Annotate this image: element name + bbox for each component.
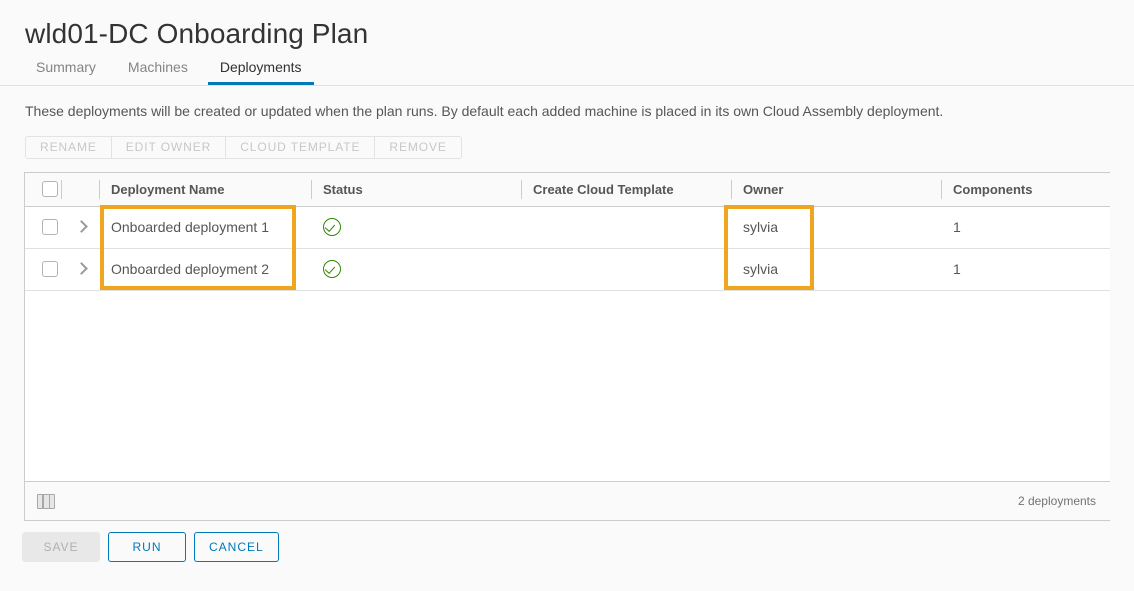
row-expand-cell <box>61 248 99 291</box>
status-success-icon <box>323 260 341 279</box>
row-expand-cell <box>61 206 99 249</box>
rename-button[interactable]: RENAME <box>26 137 112 158</box>
tab-bar: Summary Machines Deployments <box>0 54 1134 86</box>
row-checkbox[interactable] <box>42 261 58 277</box>
cell-status <box>311 248 521 291</box>
header-deployment-name[interactable]: Deployment Name <box>99 173 311 207</box>
column-picker-icon[interactable] <box>37 493 55 509</box>
cloud-template-button[interactable]: CLOUD TEMPLATE <box>226 137 376 158</box>
cell-deployment-name: Onboarded deployment 1 <box>99 206 311 249</box>
cell-status <box>311 206 521 249</box>
deployments-table: Deployment Name Status Create Cloud Temp… <box>25 173 1110 291</box>
deployments-datagrid: Deployment Name Status Create Cloud Temp… <box>24 172 1110 521</box>
cell-components: 1 <box>941 248 1110 291</box>
header-status-label: Status <box>323 181 363 197</box>
cell-owner: sylvia <box>731 248 941 291</box>
run-button[interactable]: RUN <box>108 532 186 562</box>
chevron-right-icon[interactable] <box>75 220 89 234</box>
header-create-cloud-template-label: Create Cloud Template <box>533 181 674 197</box>
header-owner[interactable]: Owner <box>731 173 941 207</box>
cell-components: 1 <box>941 206 1110 249</box>
row-checkbox[interactable] <box>42 219 58 235</box>
header-components-label: Components <box>953 181 1033 197</box>
select-all-checkbox[interactable] <box>42 181 58 198</box>
remove-button[interactable]: REMOVE <box>375 137 460 158</box>
cell-create-cloud-template <box>521 248 731 291</box>
table-row[interactable]: Onboarded deployment 1 sylvia 1 <box>25 206 1110 249</box>
cancel-button[interactable]: CANCEL <box>194 532 279 562</box>
edit-owner-button[interactable]: EDIT OWNER <box>112 137 227 158</box>
row-select-cell <box>25 248 61 291</box>
save-button[interactable]: SAVE <box>22 532 100 562</box>
table-header-row: Deployment Name Status Create Cloud Temp… <box>25 173 1110 207</box>
expand-header <box>61 173 99 207</box>
cell-deployment-name: Onboarded deployment 2 <box>99 248 311 291</box>
status-success-icon <box>323 218 341 237</box>
grid-action-toolbar: RENAME EDIT OWNER CLOUD TEMPLATE REMOVE <box>25 136 462 159</box>
row-select-cell <box>25 206 61 249</box>
header-status[interactable]: Status <box>311 173 521 207</box>
header-owner-label: Owner <box>743 181 784 197</box>
table-row[interactable]: Onboarded deployment 2 sylvia 1 <box>25 248 1110 291</box>
chevron-right-icon[interactable] <box>75 262 89 276</box>
header-create-cloud-template[interactable]: Create Cloud Template <box>521 173 731 207</box>
grid-footer: 2 deployments <box>25 481 1110 520</box>
tab-machines[interactable]: Machines <box>116 59 200 85</box>
header-components[interactable]: Components <box>941 173 1110 207</box>
header-deployment-name-label: Deployment Name <box>111 181 225 197</box>
tab-deployments[interactable]: Deployments <box>207 59 314 85</box>
cell-owner: sylvia <box>731 206 941 249</box>
deployments-description: These deployments will be created or upd… <box>25 103 944 119</box>
cell-create-cloud-template <box>521 206 731 249</box>
form-actions: SAVE RUN CANCEL <box>0 521 1134 562</box>
page-title: wld01-DC Onboarding Plan <box>25 18 369 49</box>
tab-summary[interactable]: Summary <box>24 59 108 85</box>
select-all-header <box>25 173 61 207</box>
deployment-count: 2 deployments <box>1017 494 1096 508</box>
